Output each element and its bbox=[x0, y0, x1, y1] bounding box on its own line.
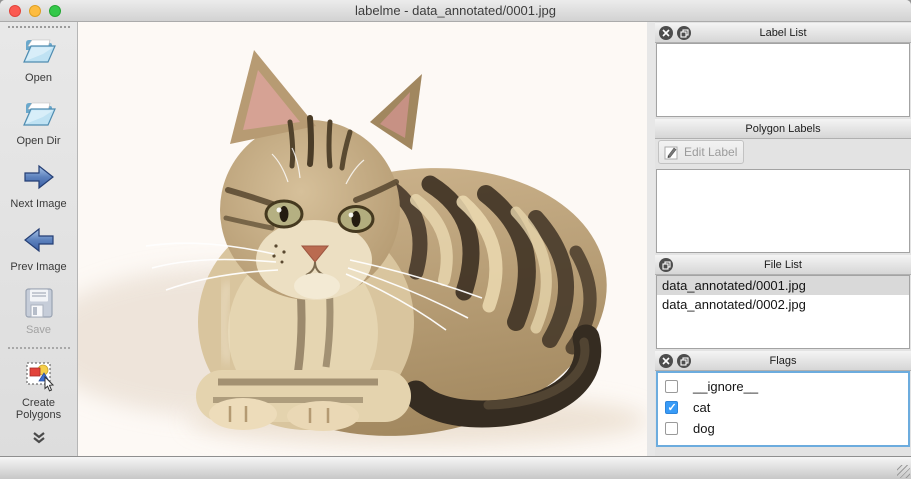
toolbar: Open Open Dir Next Image Prev Image Save… bbox=[0, 22, 78, 456]
prev-image-label: Prev Image bbox=[10, 261, 67, 273]
titlebar[interactable]: labelme - data_annotated/0001.jpg bbox=[0, 0, 911, 22]
minimize-window-button[interactable] bbox=[29, 5, 41, 17]
flag-checkbox[interactable] bbox=[665, 401, 678, 414]
label-list-header[interactable]: Label List bbox=[655, 23, 911, 43]
flag-checkbox[interactable] bbox=[665, 380, 678, 393]
labelme-window: labelme - data_annotated/0001.jpg Open O… bbox=[0, 0, 911, 479]
status-bar bbox=[0, 456, 911, 479]
flags-title: Flags bbox=[769, 354, 797, 367]
file-list-float-icon[interactable] bbox=[659, 258, 673, 272]
cat-photo bbox=[78, 22, 647, 456]
dock-area: Label List Polygon Labels Edit Label Fil… bbox=[655, 22, 911, 456]
zoom-window-button[interactable] bbox=[49, 5, 61, 17]
label-list-close-icon[interactable] bbox=[659, 26, 673, 40]
label-list-dock: Label List bbox=[655, 23, 911, 117]
create-polygons-label: Create Polygons bbox=[15, 397, 62, 421]
flags-header[interactable]: Flags bbox=[655, 351, 911, 371]
open-label: Open bbox=[25, 72, 52, 84]
file-list-title: File List bbox=[764, 258, 802, 271]
edit-pencil-icon bbox=[664, 146, 678, 159]
polygon-labels-toolbar: Edit Label bbox=[655, 139, 911, 165]
label-list-title: Label List bbox=[759, 26, 807, 39]
flags-close-icon[interactable] bbox=[659, 354, 673, 368]
next-image-label: Next Image bbox=[10, 198, 67, 210]
arrow-left-icon bbox=[22, 222, 56, 258]
polygon-labels-header[interactable]: Polygon Labels bbox=[655, 119, 911, 139]
create-polygons-button[interactable]: Create Polygons bbox=[4, 355, 74, 430]
flag-item[interactable]: __ignore__ bbox=[658, 376, 908, 397]
flag-label: __ignore__ bbox=[693, 379, 759, 394]
polygon-labels-list[interactable] bbox=[656, 169, 910, 253]
edit-label-button[interactable]: Edit Label bbox=[658, 140, 744, 164]
flag-label: dog bbox=[693, 421, 715, 436]
toolbar-separator bbox=[7, 347, 70, 349]
resize-grip-icon[interactable] bbox=[897, 465, 910, 478]
save-floppy-icon bbox=[22, 285, 56, 321]
flag-item[interactable]: dog bbox=[658, 418, 908, 439]
next-image-button[interactable]: Next Image bbox=[10, 156, 67, 219]
image-canvas[interactable] bbox=[78, 22, 647, 456]
close-window-button[interactable] bbox=[9, 5, 21, 17]
flags-list[interactable]: __ignore__ cat dog bbox=[656, 371, 910, 447]
prev-image-button[interactable]: Prev Image bbox=[10, 219, 67, 282]
label-list[interactable] bbox=[656, 43, 910, 117]
flags-float-icon[interactable] bbox=[677, 354, 691, 368]
dock-splitter[interactable] bbox=[647, 22, 655, 456]
flags-dock: Flags __ignore__ cat dog bbox=[655, 351, 911, 447]
arrow-right-icon bbox=[22, 159, 56, 195]
open-dir-button[interactable]: Open Dir bbox=[16, 93, 61, 156]
save-button[interactable]: Save bbox=[22, 282, 56, 345]
file-list-item[interactable]: data_annotated/0001.jpg bbox=[657, 276, 909, 295]
toolbar-drag-handle[interactable] bbox=[7, 26, 70, 28]
file-list[interactable]: data_annotated/0001.jpg data_annotated/0… bbox=[656, 275, 910, 349]
flag-checkbox[interactable] bbox=[665, 422, 678, 435]
toolbar-overflow-chevron[interactable] bbox=[31, 430, 47, 451]
edit-label-text: Edit Label bbox=[684, 145, 738, 159]
create-polygons-icon bbox=[22, 358, 56, 394]
save-label: Save bbox=[25, 324, 52, 336]
polygon-labels-title: Polygon Labels bbox=[745, 122, 821, 135]
open-folder-icon bbox=[21, 33, 57, 69]
flag-item[interactable]: cat bbox=[658, 397, 908, 418]
file-list-header[interactable]: File List bbox=[655, 255, 911, 275]
window-title: labelme - data_annotated/0001.jpg bbox=[355, 3, 556, 18]
file-list-item[interactable]: data_annotated/0002.jpg bbox=[657, 295, 909, 314]
label-list-float-icon[interactable] bbox=[677, 26, 691, 40]
open-button[interactable]: Open bbox=[21, 30, 57, 93]
open-dir-label: Open Dir bbox=[16, 135, 61, 147]
open-dir-folder-icon bbox=[21, 96, 57, 132]
polygon-labels-dock: Polygon Labels Edit Label bbox=[655, 119, 911, 253]
file-list-dock: File List data_annotated/0001.jpg data_a… bbox=[655, 255, 911, 349]
flag-label: cat bbox=[693, 400, 711, 415]
